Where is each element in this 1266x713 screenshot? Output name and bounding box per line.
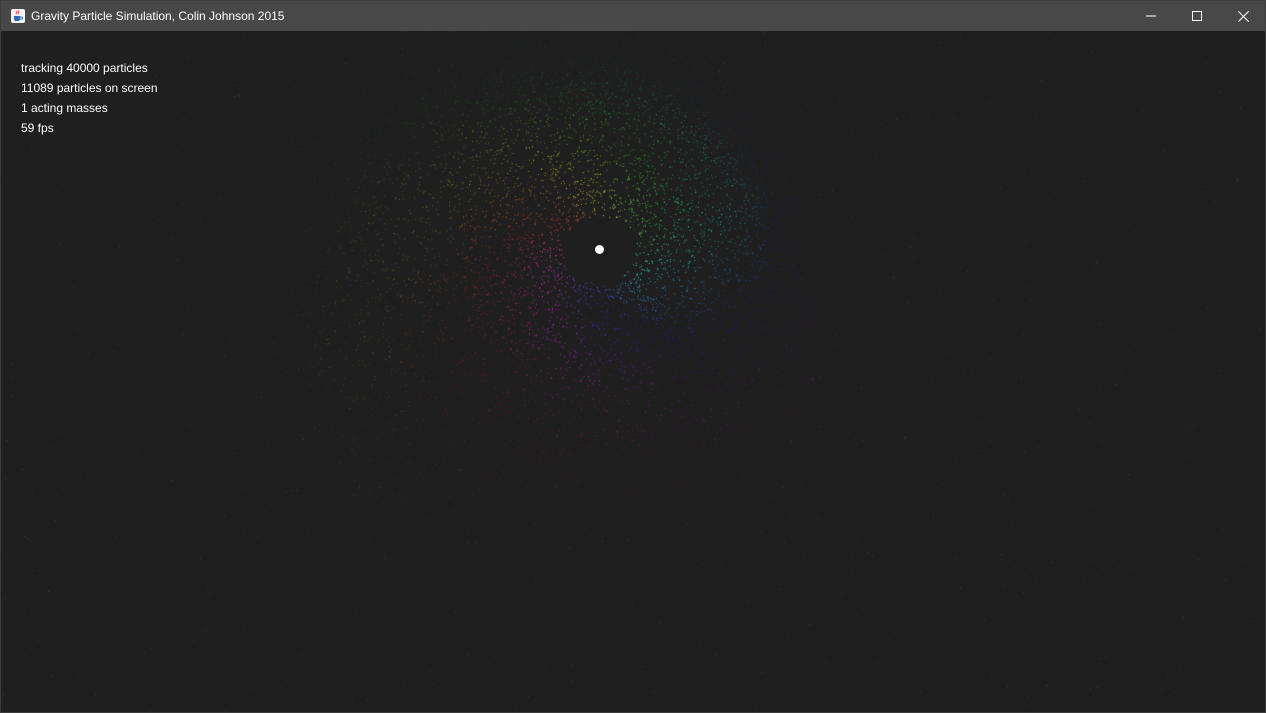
tracking-count: tracking 40000 particles [21,61,148,75]
close-button[interactable] [1220,1,1266,31]
title-bar[interactable]: Gravity Particle Simulation, Colin Johns… [1,1,1265,31]
acting-mass [595,245,604,254]
window-title: Gravity Particle Simulation, Colin Johns… [31,9,285,23]
maximize-icon [1192,11,1202,21]
particle-field [1,31,1265,712]
java-cup-icon [10,8,26,24]
minimize-icon [1146,15,1156,17]
on-screen-count: 11089 particles on screen [21,81,158,95]
close-icon [1237,10,1249,22]
minimize-button[interactable] [1128,1,1174,31]
simulation-canvas[interactable]: tracking 40000 particles 11089 particles… [1,31,1265,712]
acting-masses-count: 1 acting masses [21,101,108,115]
stats-overlay: tracking 40000 particles 11089 particles… [21,58,158,138]
app-window: Gravity Particle Simulation, Colin Johns… [0,0,1266,713]
fps-counter: 59 fps [21,121,54,135]
maximize-button[interactable] [1174,1,1220,31]
